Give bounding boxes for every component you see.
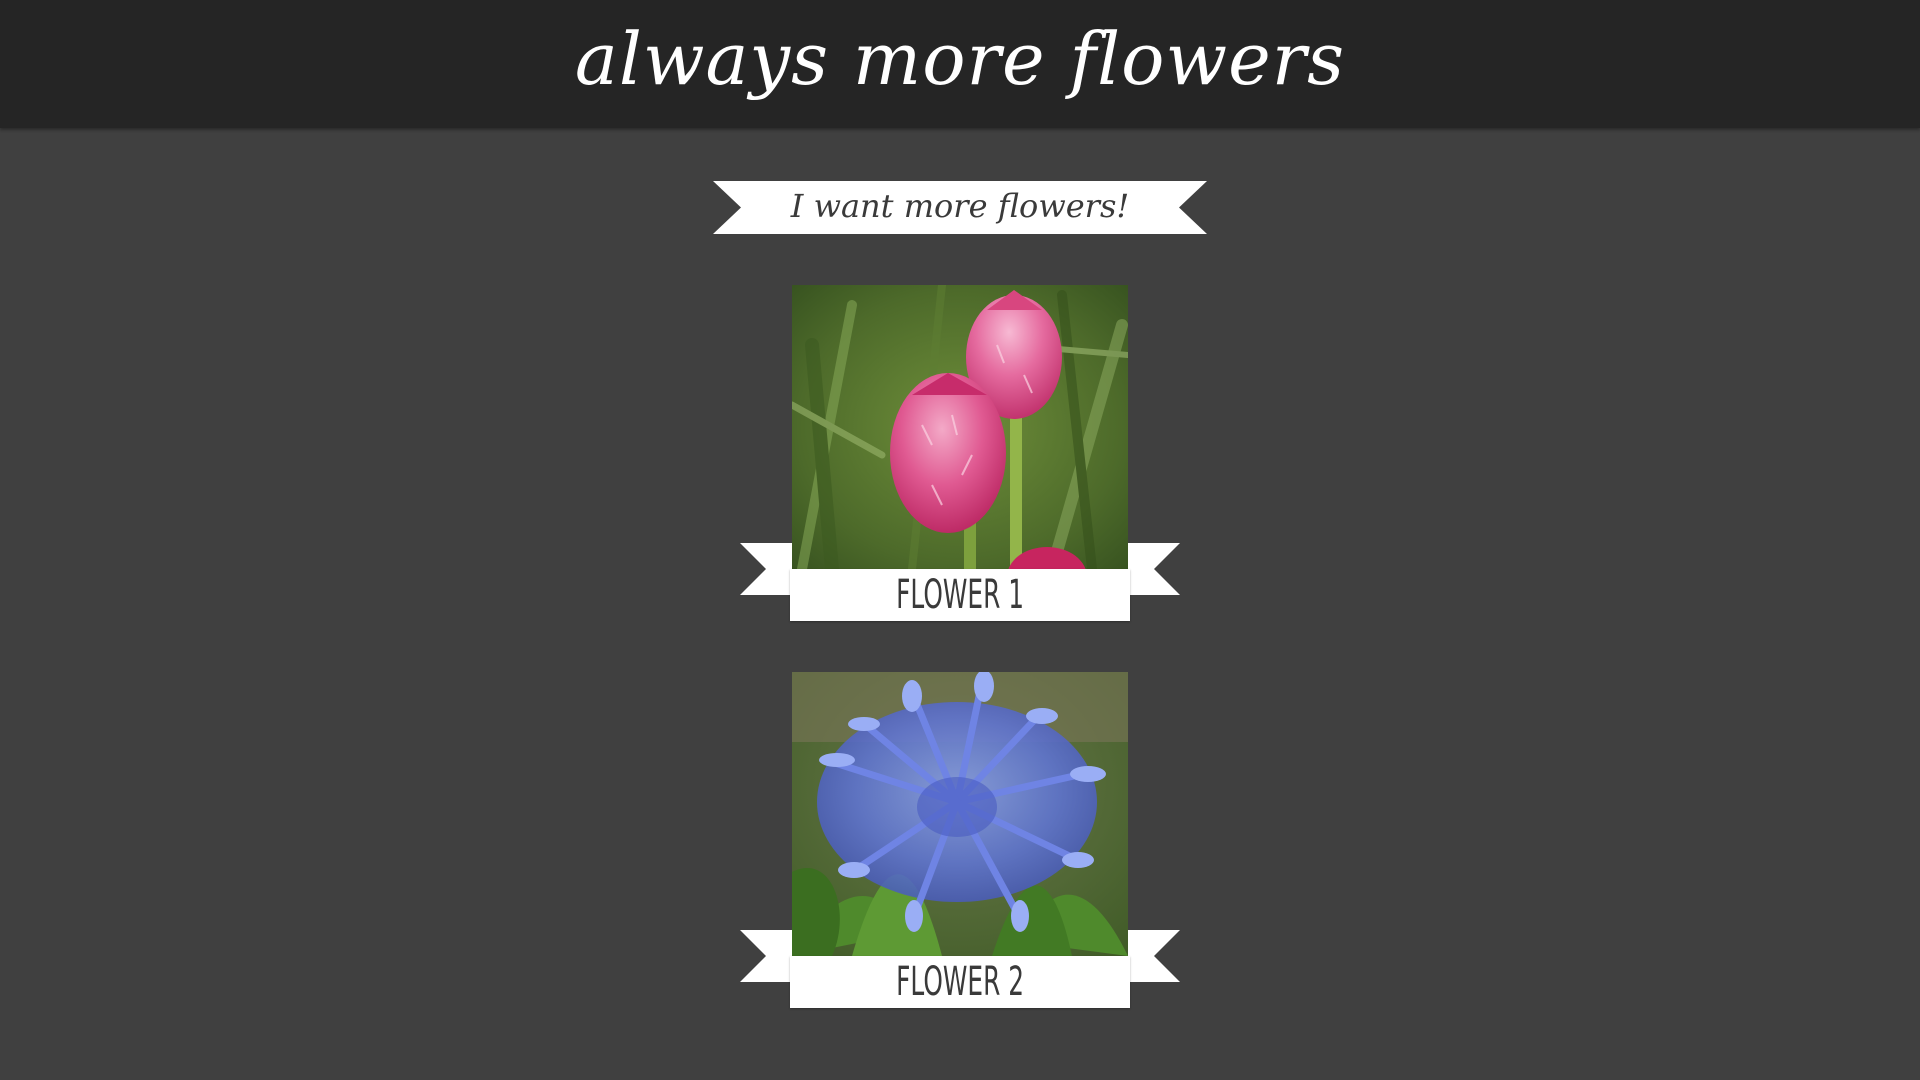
flower-2-photo <box>792 672 1128 956</box>
flower-2-caption: FLOWER 2 <box>896 959 1024 1005</box>
flower-2-caption-band: FLOWER 2 <box>790 956 1130 1008</box>
more-flowers-button-label: I want more flowers! <box>790 186 1130 225</box>
more-flowers-button[interactable]: I want more flowers! <box>713 181 1207 234</box>
site-header: always more flowers <box>0 0 1920 128</box>
site-title: always more flowers <box>574 17 1346 101</box>
flower-1-caption-band: FLOWER 1 <box>790 569 1130 621</box>
flower-1-caption: FLOWER 1 <box>896 572 1024 618</box>
flower-card-2: FLOWER 2 <box>740 672 1180 1012</box>
flower-1-photo <box>792 285 1128 569</box>
flower-card-1: FLOWER 1 <box>740 285 1180 625</box>
